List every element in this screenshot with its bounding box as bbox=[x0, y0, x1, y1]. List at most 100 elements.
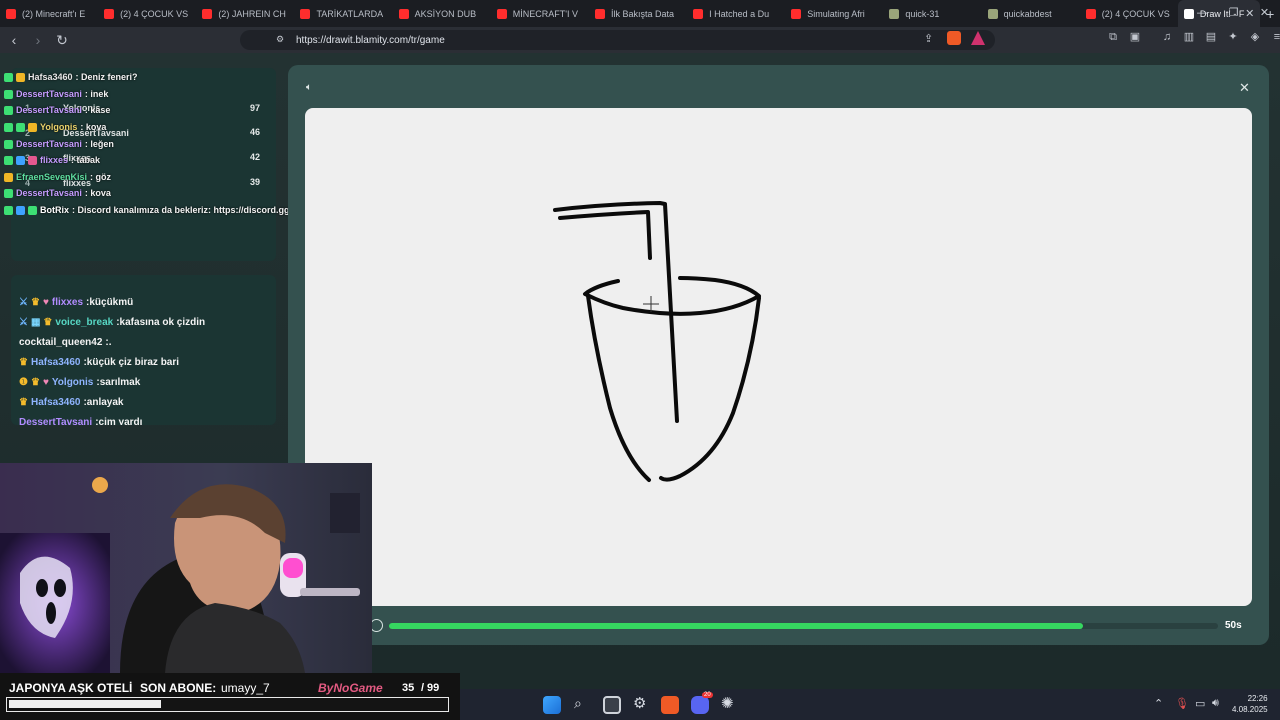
heart-badge-icon bbox=[28, 155, 37, 165]
score-points: 97 bbox=[250, 103, 261, 113]
chat-message: ⚔ ▦ ♛ voice_break:kafasına ok çizdin bbox=[19, 317, 205, 328]
chat-line: DessertTavsani: kova bbox=[4, 188, 111, 198]
chatgpt-icon[interactable]: ⚙ bbox=[633, 694, 646, 712]
chat-user: cocktail_queen42 bbox=[19, 337, 103, 348]
clock[interactable]: 22:26 4.08.2025 bbox=[1232, 693, 1268, 715]
bot-badge-icon bbox=[28, 205, 37, 215]
browser-tab[interactable]: (2) Minecraft'ı E bbox=[0, 0, 98, 27]
chat-user: Hafsa3460 bbox=[30, 397, 81, 408]
minimize-icon[interactable]: — bbox=[1187, 0, 1218, 27]
browser-tab[interactable]: AKSİYON DUB bbox=[393, 0, 491, 27]
sword-badge-icon bbox=[4, 89, 13, 99]
verified-badge-icon bbox=[16, 205, 25, 215]
microphone-icon[interactable]: 🎙︎ bbox=[1175, 697, 1189, 710]
openai-icon[interactable]: ✺ bbox=[721, 694, 734, 712]
browser-tab[interactable]: (2) 4 ÇOCUK VS bbox=[98, 0, 196, 27]
browser-tab-bar: (2) Minecraft'ı E (2) 4 ÇOCUK VS (2) JAHRE… bbox=[0, 0, 1280, 27]
sword-badge-icon bbox=[4, 139, 13, 149]
search-icon[interactable]: ⌕ bbox=[574, 695, 582, 712]
chat-line: Yolgonis: kova bbox=[4, 122, 106, 132]
tab-title: TARİKATLARDA bbox=[316, 8, 384, 19]
crown-icon: ♛ bbox=[43, 317, 53, 328]
file-explorer-icon[interactable] bbox=[603, 696, 621, 714]
crown-badge-icon bbox=[4, 172, 13, 182]
brave-shield-icon[interactable] bbox=[947, 31, 961, 45]
chat-text: : leğen bbox=[84, 139, 114, 149]
chat-text: :sarılmak bbox=[96, 377, 141, 388]
url-text: https://drawit.blamity.com/tr/game bbox=[296, 34, 445, 46]
wallet-icon[interactable]: ▤ bbox=[1205, 30, 1217, 44]
tab-title: quick-31 bbox=[905, 8, 940, 19]
chat-user: voice_break bbox=[55, 317, 114, 328]
brave-taskbar-icon[interactable] bbox=[661, 696, 679, 714]
site-settings-icon[interactable]: ⚙ bbox=[276, 34, 284, 45]
forward-icon[interactable]: › bbox=[28, 30, 48, 50]
tab-favicon-icon bbox=[889, 8, 900, 19]
last-sub-name: umayy_7 bbox=[221, 681, 270, 695]
tab-favicon-icon bbox=[398, 8, 409, 19]
close-window-icon[interactable]: ✕ bbox=[1249, 0, 1280, 27]
vpn-icon[interactable]: ◈ bbox=[1249, 30, 1261, 44]
sidebar-icon[interactable]: ▥ bbox=[1183, 30, 1195, 44]
browser-tab[interactable]: quick-31 bbox=[883, 0, 981, 27]
browser-tab[interactable]: MİNECRAFT'I V bbox=[491, 0, 589, 27]
tab-favicon-icon bbox=[987, 8, 998, 19]
tab-favicon-icon bbox=[791, 8, 802, 19]
chat-user: DessertTavsani bbox=[16, 188, 82, 198]
media-icon[interactable]: ♫ bbox=[1161, 30, 1173, 44]
score-points: 42 bbox=[250, 152, 261, 162]
chat-text: : göz bbox=[90, 172, 112, 182]
chat-user: BotRix bbox=[40, 205, 69, 215]
screenshot-icon[interactable]: ▣ bbox=[1129, 30, 1141, 44]
tab-title: (2) 4 ÇOCUK VS bbox=[1101, 8, 1170, 19]
drawing bbox=[553, 201, 761, 482]
sword-badge-icon bbox=[4, 155, 13, 165]
chat-line: Hafsa3460: Deniz feneri? bbox=[4, 72, 138, 82]
back-icon[interactable]: ‹ bbox=[4, 30, 24, 50]
leo-ai-icon[interactable]: ✦ bbox=[1227, 30, 1239, 44]
chat-text: :küçük çiz biraz bari bbox=[83, 357, 180, 368]
chat-text: :çim yardı bbox=[95, 417, 143, 425]
tab-title: AKSİYON DUB bbox=[414, 8, 477, 19]
tab-title: (2) 4 ÇOCUK VS bbox=[120, 8, 189, 19]
browser-tab[interactable]: Simulating Afri bbox=[785, 0, 883, 27]
reload-icon[interactable]: ↻ bbox=[52, 30, 72, 50]
chat-text: : kova bbox=[84, 188, 111, 198]
chat-user: flixxes bbox=[40, 155, 69, 165]
browser-tab[interactable]: TARİKATLARDA bbox=[294, 0, 392, 27]
tab-favicon-icon bbox=[300, 8, 311, 19]
tab-favicon-icon bbox=[104, 8, 115, 19]
webcam-overlay bbox=[0, 463, 372, 673]
tab-title: MİNECRAFT'I V bbox=[512, 8, 579, 19]
plus-badge-icon bbox=[16, 122, 25, 132]
heart-icon: ♥ bbox=[42, 377, 49, 388]
browser-tab[interactable]: İlk Bakışta Data bbox=[589, 0, 687, 27]
sound-icon[interactable]: 🔈︎ bbox=[306, 82, 318, 94]
share-icon[interactable]: ⇪ bbox=[924, 32, 933, 45]
volume-icon[interactable]: 🔊︎ bbox=[1212, 697, 1219, 710]
chat-text: : tabak bbox=[71, 155, 101, 165]
menu-icon[interactable]: ≡ bbox=[1271, 30, 1280, 44]
straw-stroke-2 bbox=[558, 210, 652, 260]
chat-line: flixxes: tabak bbox=[4, 155, 100, 165]
drawing-canvas[interactable] bbox=[305, 108, 1252, 606]
extensions-icon[interactable]: ⧉ bbox=[1107, 30, 1119, 44]
restore-icon[interactable]: ❐ bbox=[1218, 0, 1249, 27]
browser-tab[interactable]: (2) JAHREIN CH bbox=[196, 0, 294, 27]
time-progress-fill bbox=[389, 623, 1083, 629]
browser-tab[interactable]: (2) 4 ÇOCUK VS bbox=[1080, 0, 1178, 27]
stream-title: JAPONYA AŞK OTELİ bbox=[9, 681, 133, 695]
browser-tab[interactable]: I Hatched a Du bbox=[687, 0, 785, 27]
url-field[interactable]: https://drawit.blamity.com/tr/game bbox=[240, 30, 995, 50]
goal-current: 35 bbox=[402, 682, 415, 694]
tray-arrow-icon[interactable]: ⌃ bbox=[1154, 697, 1163, 710]
discord-badge: 20 bbox=[702, 692, 713, 698]
display-icon[interactable]: ▭ bbox=[1195, 697, 1205, 710]
discord-icon[interactable] bbox=[691, 696, 709, 714]
sword-icon: ⚔ bbox=[19, 317, 28, 328]
windows-start-icon[interactable] bbox=[543, 696, 561, 714]
sword-badge-icon bbox=[4, 72, 13, 82]
browser-tab[interactable]: quickabdest bbox=[982, 0, 1080, 27]
close-icon[interactable]: ✕ bbox=[1239, 80, 1250, 96]
chat-message: ❶ ♛ ♥ Yolgonis:sarılmak bbox=[19, 377, 140, 388]
